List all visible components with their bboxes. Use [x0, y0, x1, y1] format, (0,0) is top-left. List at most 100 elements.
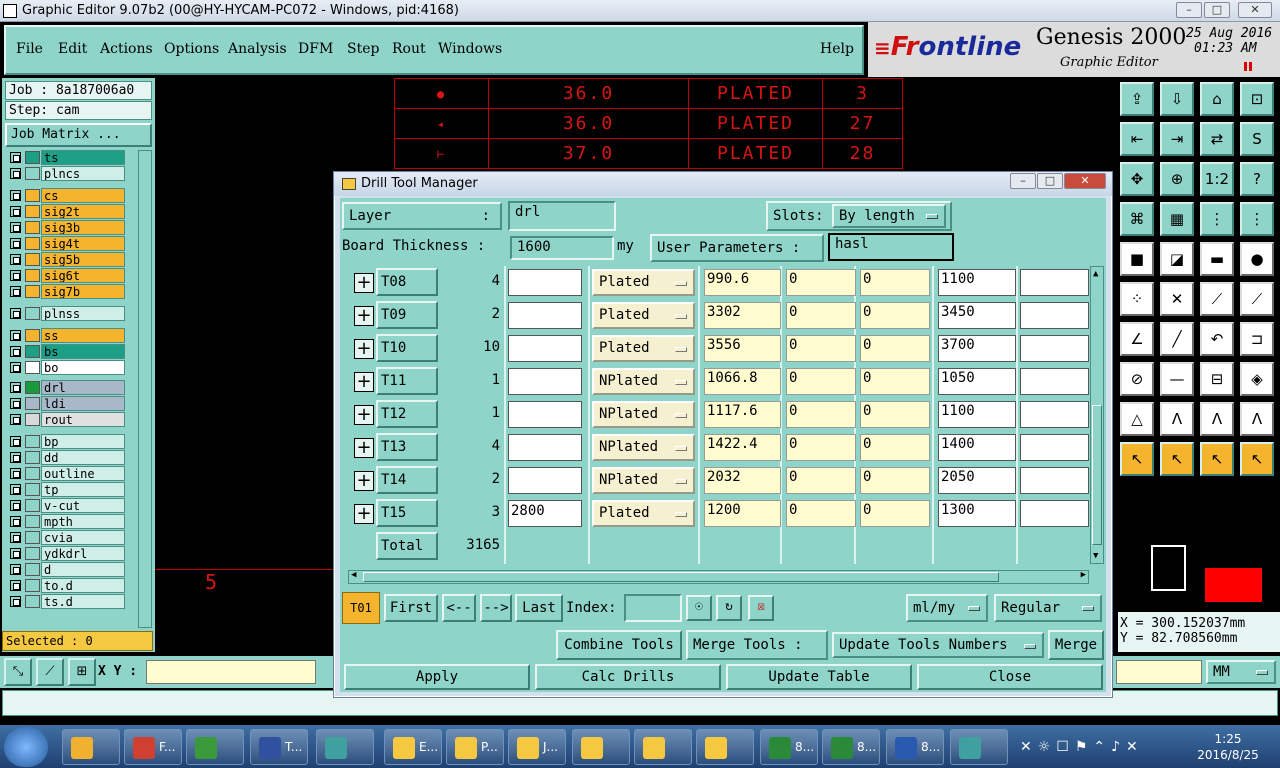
layer-checkbox[interactable] [10, 206, 21, 217]
taskbar-app-button[interactable] [62, 729, 120, 765]
layer-color-swatch[interactable] [25, 483, 40, 496]
tool-finish-field[interactable]: 3700 [938, 335, 1016, 362]
tool-type-menu[interactable]: Plated [592, 302, 695, 329]
layer-color-swatch[interactable] [25, 435, 40, 448]
expand-tool-button[interactable]: + [354, 339, 374, 359]
menu-analysis[interactable]: Analysis [228, 41, 287, 57]
select-a-icon[interactable]: ↖ [1160, 442, 1194, 476]
layer-checkbox[interactable] [10, 222, 21, 233]
layer-row[interactable]: rout [8, 412, 126, 427]
tool-finish-field[interactable]: 2050 [938, 467, 1016, 494]
layer-color-swatch[interactable] [25, 205, 40, 218]
layer-row[interactable]: d [8, 562, 126, 577]
layer-color-swatch[interactable] [25, 499, 40, 512]
layer-name[interactable]: v-cut [41, 498, 125, 513]
layer-row[interactable]: sig3b [8, 220, 126, 235]
layer-name[interactable]: rout [41, 412, 125, 427]
bulb-icon[interactable]: ☉ [686, 595, 712, 621]
fillet-icon[interactable]: ⊐ [1240, 322, 1274, 356]
measure-icon[interactable]: ⟋ [36, 658, 64, 686]
layer-checkbox[interactable] [10, 468, 21, 479]
tool-tol-minus-field[interactable]: 0 [786, 467, 856, 494]
table-hscrollbar[interactable]: ◀ ▶ [348, 570, 1089, 584]
layer-name[interactable]: sig6t [41, 268, 125, 283]
layer-checkbox[interactable] [10, 452, 21, 463]
units-menu[interactable]: MM [1206, 660, 1276, 684]
units-option-menu[interactable]: ml/my [906, 594, 988, 622]
fit-icon[interactable]: ⊡ [1240, 82, 1274, 116]
layer-row[interactable]: tp [8, 482, 126, 497]
tool-name-button[interactable]: T14 [376, 466, 438, 494]
layer-color-swatch[interactable] [25, 285, 40, 298]
layer-name[interactable]: drl [41, 380, 125, 395]
layer-row[interactable]: cvia [8, 530, 126, 545]
layer-checkbox[interactable] [10, 308, 21, 319]
menu-rout[interactable]: Rout [392, 41, 426, 57]
line-a-icon[interactable]: ⟋ [1200, 282, 1234, 316]
tool-size-field[interactable]: 1066.8 [704, 368, 781, 395]
expand-tool-button[interactable]: + [354, 438, 374, 458]
menu-windows[interactable]: Windows [438, 41, 502, 57]
layer-checkbox[interactable] [10, 516, 21, 527]
layer-row[interactable]: v-cut [8, 498, 126, 513]
mode-option-menu[interactable]: Regular [994, 594, 1102, 622]
layer-color-swatch[interactable] [25, 237, 40, 250]
menu-dfm[interactable]: DFM [298, 41, 333, 57]
layer-color-swatch[interactable] [25, 547, 40, 560]
tool-name-button[interactable]: T09 [376, 301, 438, 329]
tool-tol-minus-field[interactable]: 0 [786, 302, 856, 329]
overview-preview[interactable] [1118, 492, 1280, 610]
refresh-icon[interactable]: ↻ [716, 595, 742, 621]
dialog-maximize-button[interactable]: □ [1037, 173, 1063, 189]
layer-color-swatch[interactable] [25, 413, 40, 426]
last-button[interactable]: Last [515, 594, 563, 622]
line-b-icon[interactable]: ⟋ [1240, 282, 1274, 316]
layer-name[interactable]: ldi [41, 396, 125, 411]
tool-size-field[interactable]: 1422.4 [704, 434, 781, 461]
tool-param-field[interactable] [508, 335, 582, 362]
layer-row[interactable]: ts.d [8, 594, 126, 609]
tool-name-button[interactable]: T08 [376, 268, 438, 296]
layer-row[interactable]: ydkdrl [8, 546, 126, 561]
snap-icon[interactable]: S [1240, 122, 1274, 156]
layer-name[interactable]: bp [41, 434, 125, 449]
maximize-button[interactable]: □ [1204, 2, 1230, 18]
expand-tool-button[interactable]: + [354, 504, 374, 524]
taskbar-app-button[interactable]: E... [384, 729, 442, 765]
update-table-button[interactable]: Update Table [726, 664, 912, 690]
layer-checkbox[interactable] [10, 330, 21, 341]
taskbar-app-button[interactable] [316, 729, 374, 765]
taskbar-app-button[interactable]: J... [508, 729, 566, 765]
layer-checkbox[interactable] [10, 190, 21, 201]
dialog-close-button[interactable]: ✕ [1064, 173, 1106, 189]
tool-tol-minus-field[interactable]: 0 [786, 401, 856, 428]
layer-name[interactable]: cvia [41, 530, 125, 545]
taskbar-app-button[interactable] [696, 729, 754, 765]
left-icon[interactable]: ⇤ [1120, 122, 1154, 156]
layer-name[interactable]: bo [41, 360, 125, 375]
tool-extra-field[interactable] [1020, 302, 1089, 329]
tool-type-menu[interactable]: Plated [592, 500, 695, 527]
snap-icon[interactable]: ⤡ [4, 658, 32, 686]
dot-icon[interactable]: ● [1240, 242, 1274, 276]
menu-file[interactable]: File [16, 41, 43, 57]
layer-row[interactable]: ss [8, 328, 126, 343]
tool-param-field[interactable] [508, 269, 582, 296]
layer-row[interactable]: sig7b [8, 284, 126, 299]
tool-tol-plus-field[interactable]: 0 [860, 434, 930, 461]
tool-name-button[interactable]: T15 [376, 499, 438, 527]
layer-checkbox[interactable] [10, 580, 21, 591]
menu-edit[interactable]: Edit [58, 41, 87, 57]
expand-tool-button[interactable]: + [354, 405, 374, 425]
layer-row[interactable]: sig4t [8, 236, 126, 251]
layer-name[interactable]: sig2t [41, 204, 125, 219]
minimize-button[interactable]: – [1176, 2, 1202, 18]
layer-name[interactable]: sig7b [41, 284, 125, 299]
tool-tol-plus-field[interactable]: 0 [860, 467, 930, 494]
swap-icon[interactable]: ⇄ [1200, 122, 1234, 156]
tool-param-field[interactable] [508, 302, 582, 329]
layer-name[interactable]: mpth [41, 514, 125, 529]
merge-button[interactable]: Merge [1048, 630, 1104, 660]
layer-field[interactable]: drl [508, 201, 616, 231]
layer-color-swatch[interactable] [25, 329, 40, 342]
